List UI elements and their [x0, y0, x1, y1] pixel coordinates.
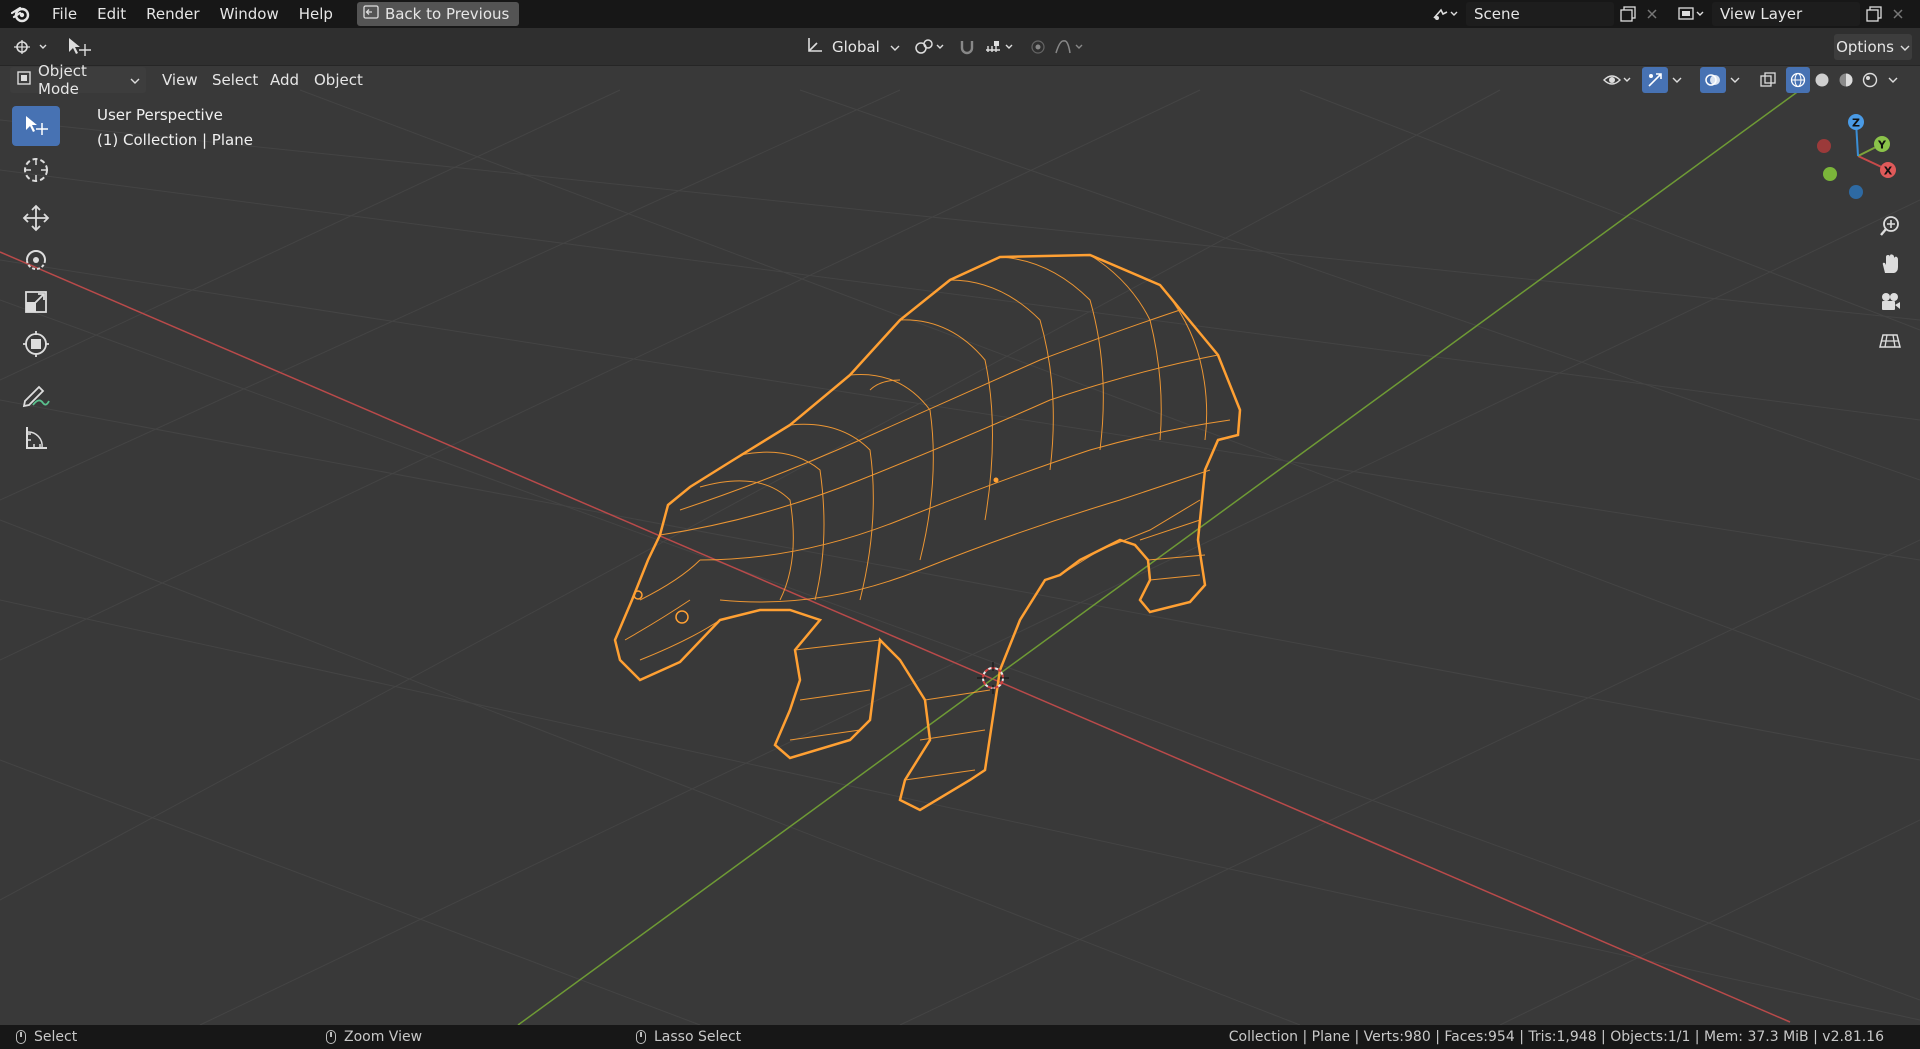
cursor-icon[interactable] [12, 150, 60, 190]
proportional-editing-icon[interactable] [1026, 34, 1050, 60]
delete-view-layer-icon[interactable] [1886, 2, 1910, 26]
snap-target-icon[interactable] [982, 34, 1018, 60]
scale-icon[interactable] [12, 282, 60, 322]
orientation-icon [806, 36, 824, 58]
tool-settings-header: Global Options [0, 28, 1920, 66]
camera-view-icon[interactable] [1872, 284, 1908, 320]
snap-toggle-icon[interactable] [954, 34, 980, 60]
gizmo-z-axis[interactable]: Z [1848, 114, 1864, 130]
menu-add[interactable]: Add [264, 67, 305, 93]
view-layer-field[interactable]: View Layer [1712, 2, 1860, 26]
viewport-canvas[interactable] [0, 28, 1920, 1025]
pivot-point-icon[interactable] [910, 34, 950, 60]
svg-text:Z: Z [1852, 117, 1860, 130]
floor-grid [0, 89, 1920, 1025]
menu-object[interactable]: Object [308, 67, 369, 93]
menu-file[interactable]: File [42, 0, 87, 28]
new-view-layer-icon[interactable] [1862, 2, 1886, 26]
transform-orientation-dropdown[interactable]: Global [800, 34, 904, 60]
chevron-down-icon[interactable] [1726, 67, 1744, 93]
ortho-perspective-grid-icon[interactable] [1872, 322, 1908, 358]
scene-name-field[interactable]: Scene [1466, 2, 1614, 26]
blender-window: File Edit Render Window Help Back to Pre… [0, 0, 1920, 1049]
menu-edit[interactable]: Edit [87, 0, 136, 28]
menu-render[interactable]: Render [136, 0, 209, 28]
view-layer-browse-icon[interactable] [1674, 2, 1708, 26]
scene-browse-icon[interactable] [1428, 2, 1462, 26]
status-bar: Select Zoom View Lasso Select Collection… [0, 1025, 1920, 1049]
wireframe-shading-icon[interactable] [1786, 67, 1810, 93]
object-mode-dropdown[interactable]: Object Mode [10, 62, 146, 98]
chevron-down-icon [1900, 38, 1910, 56]
transform-icon[interactable] [12, 324, 60, 364]
status-select-hint: Select [16, 1025, 77, 1049]
chevron-down-icon[interactable] [1884, 67, 1902, 93]
menu-select[interactable]: Select [206, 67, 264, 93]
material-shading-icon[interactable] [1834, 67, 1858, 93]
scene-statistics: Collection | Plane | Verts:980 | Faces:9… [1228, 1029, 1884, 1045]
chevron-down-icon [890, 38, 904, 56]
mouse-left-icon [16, 1030, 26, 1044]
object-origin [993, 477, 999, 483]
x-axis-line [0, 251, 1791, 1023]
move-icon[interactable] [12, 198, 60, 238]
3d-viewport[interactable] [0, 28, 1920, 1025]
object-mode-icon [16, 70, 32, 90]
status-zoom-label: Zoom View [344, 1029, 423, 1045]
new-scene-icon[interactable] [1616, 2, 1640, 26]
navigation-gizmo[interactable]: X Y Z [1808, 108, 1908, 206]
delete-scene-icon[interactable] [1640, 2, 1664, 26]
top-menu-bar: File Edit Render Window Help Back to Pre… [0, 0, 1920, 28]
back-icon [363, 5, 379, 23]
options-dropdown[interactable]: Options [1834, 34, 1912, 60]
orientation-label: Global [832, 38, 880, 56]
falloff-curve-icon[interactable] [1052, 34, 1088, 60]
view-perspective-label: User Perspective [97, 106, 223, 124]
editor-type-icon[interactable] [8, 34, 52, 60]
status-lasso-hint: Lasso Select [636, 1025, 741, 1049]
rendered-shading-icon[interactable] [1858, 67, 1882, 93]
xray-toggle-icon[interactable] [1756, 67, 1780, 93]
object-mode-label: Object Mode [38, 62, 87, 98]
overlays-toggle-icon[interactable] [1700, 67, 1726, 93]
menu-view[interactable]: View [156, 67, 204, 93]
svg-text:Y: Y [1877, 139, 1887, 152]
gizmo-y-axis[interactable]: Y [1874, 136, 1890, 152]
status-zoom-hint: Zoom View [326, 1025, 422, 1049]
options-label: Options [1836, 38, 1894, 56]
active-tool-icon[interactable] [62, 34, 96, 60]
visibility-eye-icon[interactable] [1600, 67, 1636, 93]
chevron-down-icon [130, 71, 140, 89]
mouse-right-icon [636, 1030, 646, 1044]
select-box-icon[interactable] [12, 106, 60, 146]
gizmo-toggle-icon[interactable] [1642, 67, 1668, 93]
pan-view-hand-icon[interactable] [1872, 246, 1908, 282]
rotate-icon[interactable] [12, 240, 60, 280]
gizmo-x-axis[interactable]: X [1880, 162, 1896, 178]
gizmo-neg-x[interactable] [1817, 139, 1831, 153]
blender-logo-icon[interactable] [0, 0, 42, 28]
active-collection-label: (1) Collection | Plane [97, 131, 253, 149]
status-select-label: Select [34, 1029, 78, 1045]
menu-help[interactable]: Help [289, 0, 343, 28]
annotate-icon[interactable] [12, 376, 60, 416]
menu-window[interactable]: Window [210, 0, 289, 28]
measure-icon[interactable] [12, 418, 60, 458]
viewport-header: Object Mode View Select Add Object [0, 62, 1920, 98]
gizmo-neg-y[interactable] [1823, 167, 1837, 181]
back-to-previous-button[interactable]: Back to Previous [356, 2, 520, 26]
solid-shading-icon[interactable] [1810, 67, 1834, 93]
chevron-down-icon[interactable] [1668, 67, 1686, 93]
gizmo-neg-z[interactable] [1849, 185, 1863, 199]
svg-text:X: X [1884, 165, 1893, 178]
zoom-view-icon[interactable] [1872, 208, 1908, 244]
mouse-middle-icon [326, 1030, 336, 1044]
status-lasso-label: Lasso Select [654, 1029, 742, 1045]
back-to-previous-label: Back to Previous [384, 5, 510, 23]
